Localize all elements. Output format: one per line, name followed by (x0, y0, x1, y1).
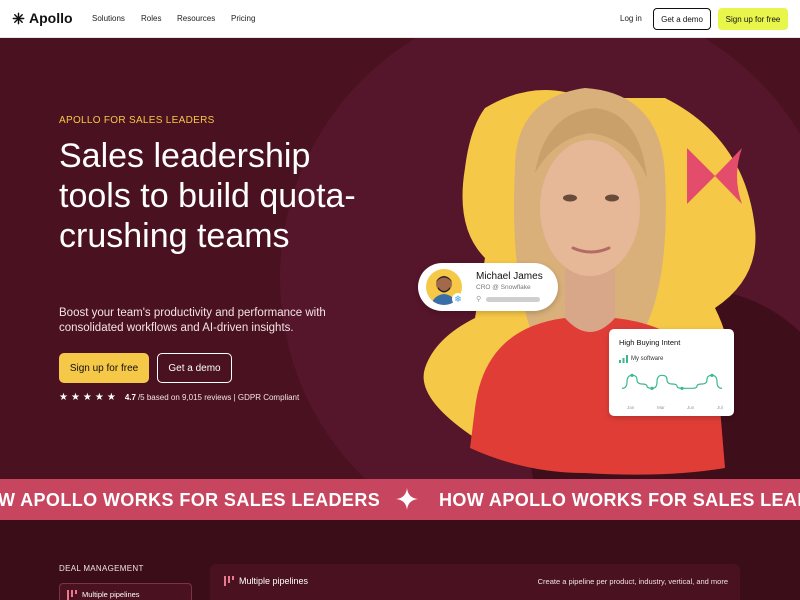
panel-description: Create a pipeline per product, industry,… (537, 577, 728, 586)
hero-section: APOLLO FOR SALES LEADERS Sales leadershi… (0, 38, 800, 479)
sparkle-icon (396, 488, 418, 510)
intent-label: My software (631, 356, 664, 362)
login-link[interactable]: Log in (620, 14, 642, 23)
hero-signup-button[interactable]: Sign up for free (59, 353, 149, 383)
intent-point (650, 386, 654, 390)
person-name: Michael James (476, 271, 543, 282)
apollo-asterisk-icon (12, 12, 25, 24)
rating-text: /5 based on 9,015 reviews | GDPR Complia… (137, 393, 300, 402)
apollo-logo[interactable]: Apollo (12, 10, 73, 26)
intent-month-label: Jun (687, 405, 695, 410)
intent-line-chart: Jan Mar Jun Jul (621, 373, 723, 410)
intent-series-line (621, 374, 723, 389)
intent-month-label: Jan (627, 405, 635, 410)
panel-title: Multiple pipelines (239, 576, 309, 586)
location-pin-icon: ⚲ (476, 296, 482, 303)
logo-text: Apollo (29, 10, 73, 26)
intent-point (710, 373, 714, 377)
pipeline-icon (224, 576, 234, 586)
placeholder-bar (486, 297, 540, 302)
rating-value: 4.7 (124, 393, 136, 402)
nav-item-resources[interactable]: Resources (177, 14, 215, 23)
feature-panel: Multiple pipelines Create a pipeline per… (210, 564, 740, 600)
snowflake-icon: ❄ (452, 293, 464, 305)
top-nav: Apollo Solutions Roles Resources Pricing… (0, 0, 800, 38)
hero-eyebrow: APOLLO FOR SALES LEADERS (59, 115, 215, 126)
intent-point (630, 373, 634, 377)
signal-bars-icon (619, 355, 628, 363)
marquee-text-right: HOW APOLLO WORKS FOR SALES LEAD (439, 490, 800, 510)
star-rating-icon: ★★★★★ (59, 392, 119, 403)
signup-button[interactable]: Sign up for free (718, 8, 788, 30)
pipeline-icon (67, 590, 77, 600)
intent-month-label: Mar (657, 405, 665, 410)
intent-title: High Buying Intent (619, 338, 681, 347)
nav-item-pricing[interactable]: Pricing (231, 14, 255, 23)
buying-intent-card: High Buying Intent My software Jan Mar Jun… (609, 329, 734, 416)
marquee-banner: W APOLLO WORKS FOR SALES LEADERS HOW APO… (0, 479, 800, 520)
intent-point (680, 386, 684, 390)
rating-row: ★★★★★ 4.7 /5 based on 9,015 reviews | GD… (59, 392, 299, 403)
hero-headline: Sales leadership tools to build quota-cr… (59, 137, 356, 255)
person-card: ❄ Michael James CRO @ Snowflake ⚲ (418, 263, 558, 311)
nav-item-solutions[interactable]: Solutions (92, 14, 125, 23)
get-demo-button[interactable]: Get a demo (653, 8, 711, 30)
nav-item-roles[interactable]: Roles (141, 14, 161, 23)
marquee-text-left: W APOLLO WORKS FOR SALES LEADERS (0, 490, 381, 510)
intent-month-label: Jul (717, 405, 723, 410)
hero-demo-button[interactable]: Get a demo (157, 353, 232, 383)
section-label: DEAL MANAGEMENT (59, 564, 144, 573)
tab-label: Multiple pipelines (82, 590, 140, 599)
hero-subtext: Boost your team's productivity and perfo… (59, 307, 326, 334)
deal-management-section: DEAL MANAGEMENT Multiple pipelines Multi… (0, 520, 800, 600)
tab-multiple-pipelines[interactable]: Multiple pipelines (59, 583, 192, 600)
person-role: CRO @ Snowflake (476, 284, 531, 291)
